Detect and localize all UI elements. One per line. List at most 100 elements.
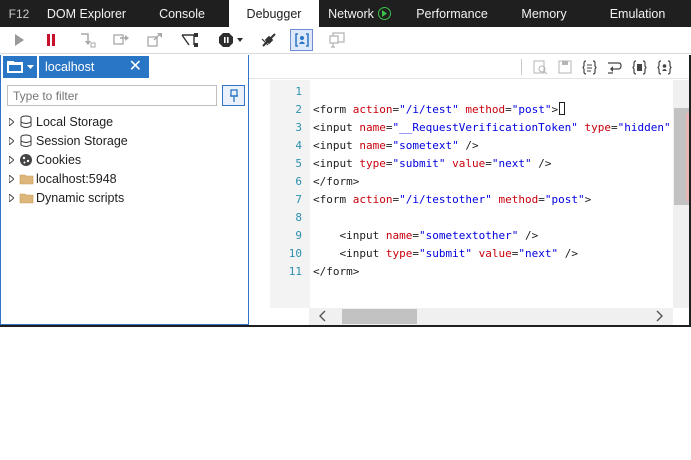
disconnect-icon[interactable] [259, 29, 279, 51]
attribute-value: "/i/testother" [399, 193, 492, 206]
tree-item-label: Local Storage [36, 114, 114, 129]
code-line[interactable]: 1 [249, 83, 673, 101]
attribute-value: "post" [544, 193, 585, 206]
step-out-icon[interactable] [145, 29, 165, 51]
save-icon[interactable] [557, 59, 573, 75]
attribute-value: "/i/test" [399, 103, 459, 116]
line-number[interactable]: 4 [277, 137, 302, 155]
break-all-icon[interactable] [42, 29, 60, 51]
tab-dom-explorer[interactable]: DOM Explorer [38, 0, 135, 27]
horizontal-scrollbar[interactable] [309, 308, 673, 325]
markup-text: <input [313, 139, 360, 152]
scroll-left-icon[interactable] [319, 310, 326, 325]
tree-item-cookies[interactable]: Cookies [7, 150, 247, 169]
code-line[interactable]: 9 <input name="sometextother" /> [249, 227, 673, 245]
markup-text: </form> [313, 265, 360, 278]
play-icon[interactable] [10, 29, 28, 51]
line-number[interactable]: 8 [277, 209, 302, 227]
code-view[interactable]: 1 2 <form action="/i/test" method="post"> 3… [249, 80, 673, 308]
tab-console[interactable]: Console [135, 0, 229, 27]
close-icon[interactable]: ✕ [129, 58, 142, 76]
tree-item-dynamic-scripts[interactable]: Dynamic scripts [7, 188, 247, 207]
tree-item-label: Cookies [36, 152, 82, 167]
tab-debugger[interactable]: Debugger [229, 0, 319, 27]
attribute-value: "sometext" [392, 139, 459, 152]
code-line[interactable]: 7 <form action="/i/testother" method="pos… [249, 191, 673, 209]
tree-item-label: Session Storage [36, 133, 128, 148]
just-my-code-icon[interactable] [290, 29, 313, 51]
exception-behavior-icon[interactable] [217, 29, 245, 51]
markup-text: <input [313, 121, 360, 134]
tab-performance[interactable]: Performance [400, 0, 504, 27]
expand-arrow-icon[interactable] [7, 117, 16, 126]
attribute-name: method [498, 193, 539, 206]
step-over-icon[interactable] [111, 29, 131, 51]
code-line[interactable]: 4 <input name="sometext" /> [249, 137, 673, 155]
editor-toolbar [249, 55, 691, 79]
tree-item-session-storage[interactable]: Session Storage [7, 131, 247, 150]
expand-arrow-icon[interactable] [7, 155, 16, 164]
markup-text [472, 247, 479, 260]
folder-icon [18, 172, 34, 186]
source-tab-localhost[interactable]: localhost ✕ [39, 56, 149, 78]
markup-text: = [412, 247, 419, 260]
break-on-new-worker-icon[interactable] [179, 29, 201, 51]
line-number[interactable]: 11 [277, 263, 302, 281]
word-wrap-icon[interactable] [606, 59, 622, 75]
code-line[interactable]: 6 </form> [249, 173, 673, 191]
attribute-name: name [385, 229, 413, 242]
line-number[interactable]: 6 [277, 173, 302, 191]
horizontal-scroll-thumb[interactable] [342, 309, 417, 324]
chevron-down-icon [27, 64, 34, 69]
line-number[interactable]: 2 [277, 101, 302, 119]
scroll-right-icon[interactable] [656, 310, 663, 325]
code-line[interactable]: 5 <input type="submit" value="next" /> [249, 155, 673, 173]
markup-text: /> [518, 229, 539, 242]
expand-arrow-icon[interactable] [7, 174, 16, 183]
expand-arrow-icon[interactable] [7, 136, 16, 145]
line-number[interactable]: 3 [277, 119, 302, 137]
code-editor-pane: 1 2 <form action="/i/test" method="post"> 3… [249, 55, 691, 325]
pin-button[interactable] [222, 85, 245, 106]
code-line[interactable]: 8 [249, 209, 673, 227]
network-recording-icon [377, 7, 391, 20]
code-line[interactable]: 2 <form action="/i/test" method="post"> [249, 101, 673, 119]
attribute-value: "sometextother" [418, 229, 519, 242]
line-number[interactable]: 10 [277, 245, 302, 263]
deprioritize-icon[interactable] [327, 29, 347, 51]
code-text: <form action="/i/testother" method="post… [313, 191, 591, 209]
code-text: <input type="submit" value="next" /> [313, 155, 551, 173]
devtools-tab-bar: F12 DOM Explorer Console Debugger Networ… [0, 0, 691, 27]
open-document-button[interactable] [3, 56, 37, 78]
step-into-icon[interactable] [78, 29, 98, 51]
line-number[interactable]: 7 [277, 191, 302, 209]
tab-memory[interactable]: Memory [504, 0, 584, 27]
code-text: </form> [313, 173, 359, 191]
line-number[interactable]: 5 [277, 155, 302, 173]
tab-network-label: Network [328, 6, 374, 21]
expand-arrow-icon[interactable] [7, 193, 16, 202]
markup-text: /> [531, 157, 552, 170]
tab-network[interactable]: Network [319, 0, 400, 27]
code-line[interactable]: 11 </form> [249, 263, 673, 281]
filter-input[interactable] [7, 85, 217, 106]
code-text: <input name="sometextother" /> [313, 227, 538, 245]
pin-icon [229, 88, 238, 102]
find-icon[interactable] [532, 59, 548, 75]
pretty-print-icon[interactable] [581, 59, 597, 75]
code-line[interactable]: 3 <input name = "__RequestVerificationToken… [249, 119, 673, 137]
attribute-value: "next" [491, 157, 532, 170]
attribute-value: "submit" [392, 157, 446, 170]
library-code-icon[interactable] [656, 59, 672, 75]
markup-text: = [611, 121, 618, 134]
tree-item-local-storage[interactable]: Local Storage [7, 112, 247, 131]
line-number[interactable]: 1 [277, 83, 302, 101]
tab-emulation[interactable]: Emulation [584, 0, 691, 27]
code-text: <input name = "__RequestVerificationToken"… [313, 119, 673, 137]
tree-item-localhost[interactable]: localhost:5948 [7, 169, 247, 188]
line-number[interactable]: 9 [277, 227, 302, 245]
source-tabs-header: localhost ✕ [1, 55, 248, 79]
markup-text: > [584, 193, 592, 206]
source-map-icon[interactable] [631, 59, 647, 75]
code-line[interactable]: 10 <input type="submit" value="next" /> [249, 245, 673, 263]
